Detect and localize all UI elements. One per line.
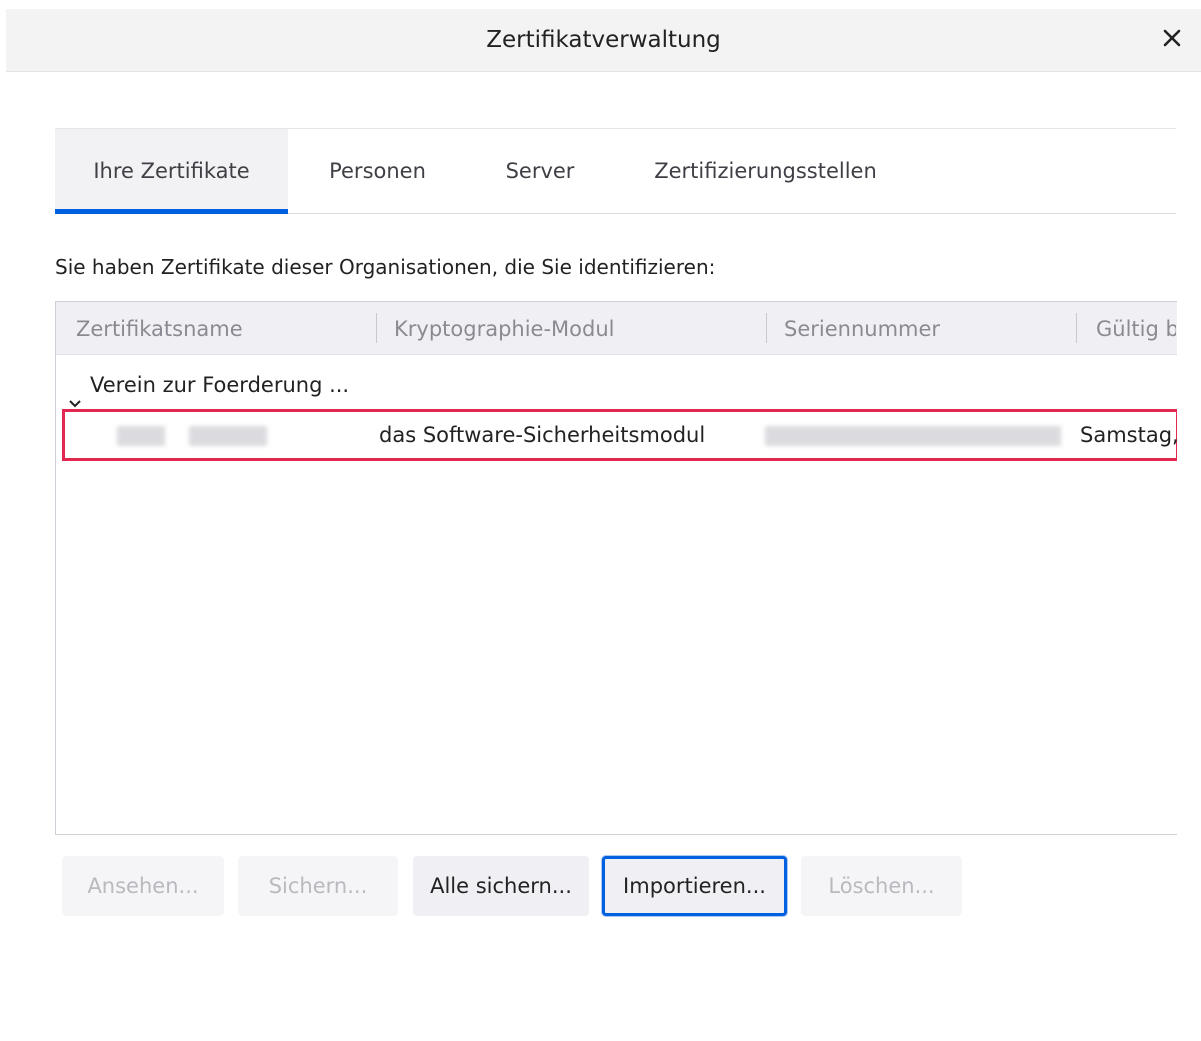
tab-bar: Ihre Zertifikate Personen Server Zertifi… — [55, 128, 1176, 214]
column-separator[interactable] — [376, 313, 377, 343]
backup-all-button[interactable]: Alle sichern... — [413, 856, 589, 916]
chevron-down-icon[interactable] — [68, 379, 82, 408]
group-label: Verein zur Foerderung ... — [90, 373, 350, 397]
redacted-name — [117, 426, 165, 446]
tab-authorities[interactable]: Zertifizierungsstellen — [643, 129, 888, 213]
dialog-title: Zertifikatverwaltung — [486, 27, 721, 53]
table-row[interactable]: das Software-Sicherheitsmodul Samstag, — [62, 409, 1177, 461]
column-separator[interactable] — [766, 313, 767, 343]
tab-your-certificates[interactable]: Ihre Zertifikate — [55, 129, 288, 214]
column-header-name[interactable]: Zertifikatsname — [76, 302, 366, 354]
tab-servers[interactable]: Server — [495, 129, 585, 213]
backup-button[interactable]: Sichern... — [238, 856, 398, 916]
column-header-valid[interactable]: Gültig b — [1096, 302, 1176, 354]
tab-people[interactable]: Personen — [315, 129, 440, 213]
intro-text: Sie haben Zertifikate dieser Organisatio… — [55, 255, 716, 279]
column-header-serial[interactable]: Seriennummer — [784, 302, 1064, 354]
import-button[interactable]: Importieren... — [602, 856, 787, 916]
certificate-tree[interactable]: Zertifikatsname Kryptographie-Modul Seri… — [55, 301, 1177, 835]
delete-button[interactable]: Löschen... — [801, 856, 962, 916]
table-header: Zertifikatsname Kryptographie-Modul Seri… — [56, 302, 1177, 355]
column-header-module[interactable]: Kryptographie-Modul — [394, 302, 754, 354]
column-separator[interactable] — [1076, 313, 1077, 343]
close-icon[interactable] — [1157, 23, 1187, 53]
cell-valid: Samstag, — [1080, 423, 1177, 447]
redacted-serial — [765, 426, 1061, 446]
certificate-manager-dialog: Zertifikatverwaltung Ihre Zertifikate Pe… — [0, 0, 1201, 1041]
tree-group-row[interactable]: Verein zur Foerderung ... — [56, 360, 349, 410]
view-button[interactable]: Ansehen... — [62, 856, 224, 916]
title-bar: Zertifikatverwaltung — [6, 9, 1201, 72]
cell-module: das Software-Sicherheitsmodul — [379, 423, 706, 447]
redacted-name — [189, 426, 267, 446]
